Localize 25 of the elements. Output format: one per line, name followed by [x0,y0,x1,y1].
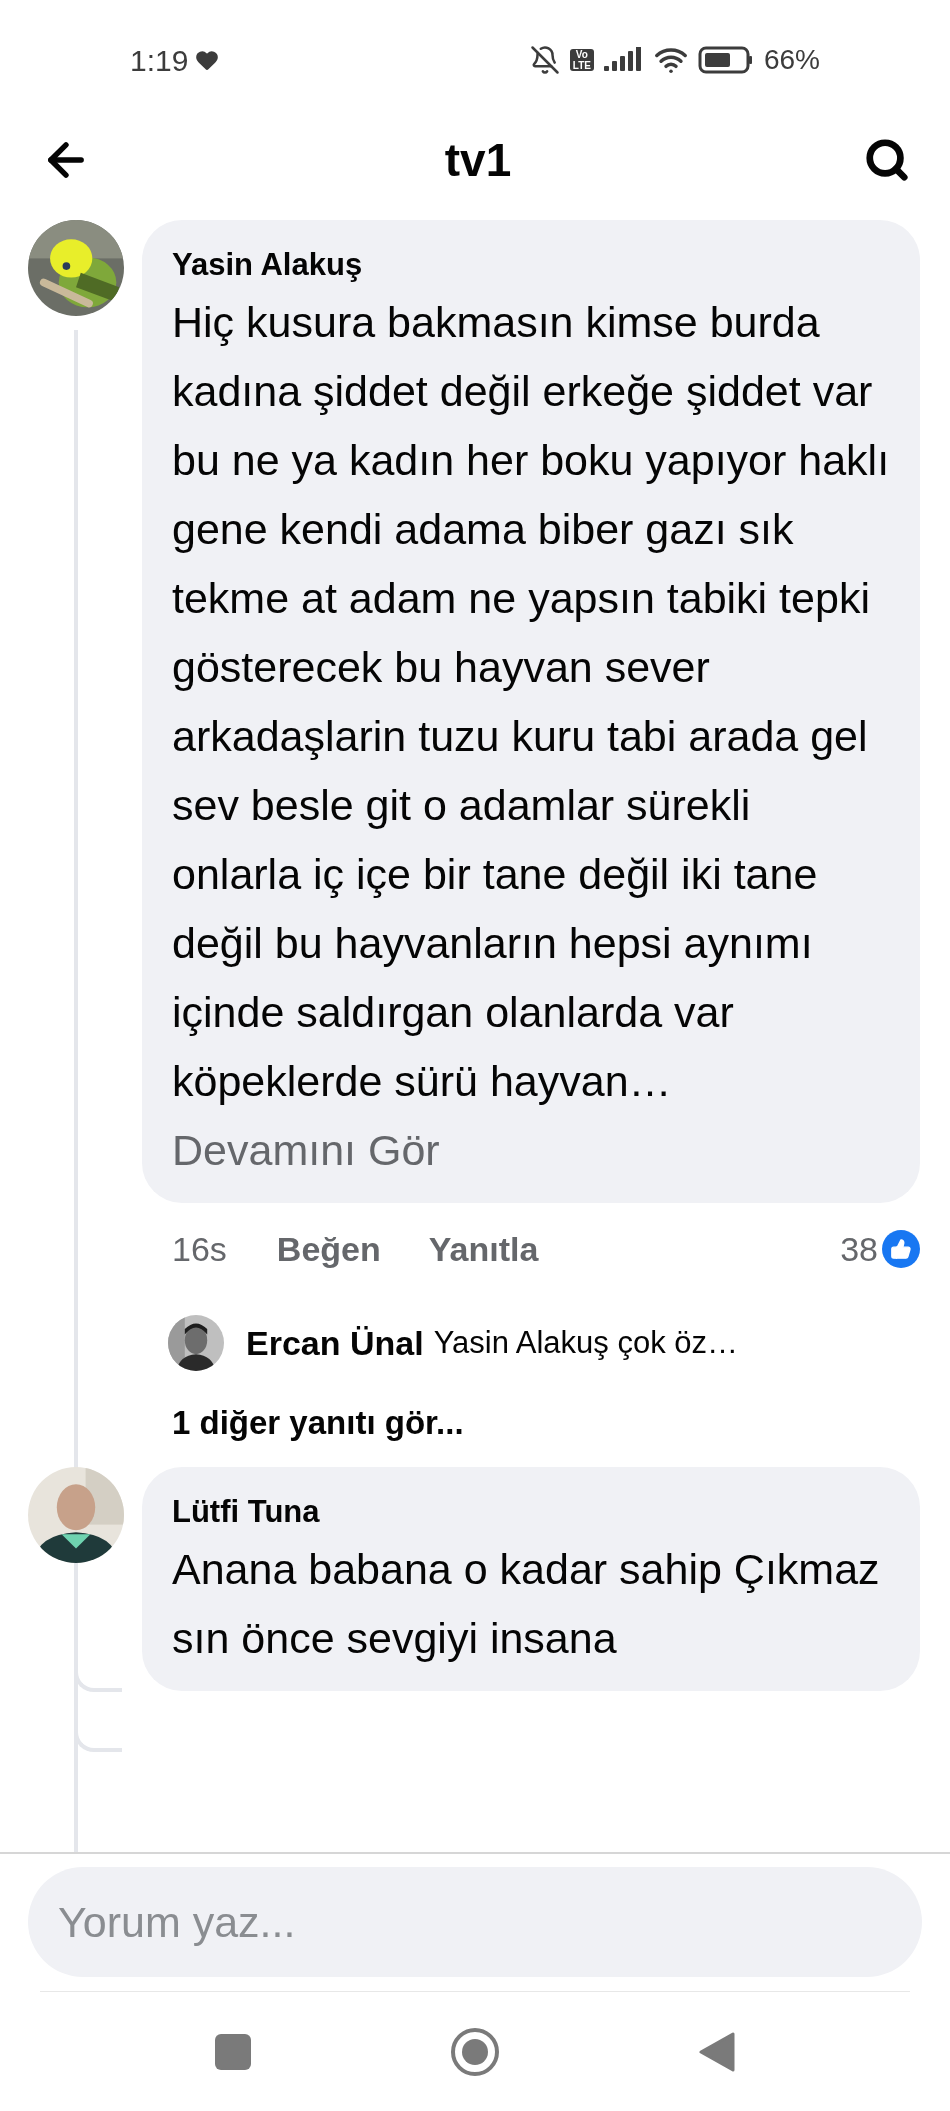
volte-icon: Vo LTE [569,49,594,71]
see-more-link[interactable]: Devamını Gör [172,1126,440,1174]
battery-percent: 66% [763,43,820,77]
author-name[interactable]: Lütfi Tuna [172,1489,890,1535]
comment-text: Hiç kusura bakmasın kimse burda kadına şiddet değil erkeğe şiddet var bu ne ya kadın her boku yapıyor haklı gene kendi adama biber gazı sık tekme at adam ne yapsın tabiki tepki gösterecek bu hayvan sever arkadaşlarin tuzu kuru tabi arada gel sev besle git o adamlar sürekli onlarla iç içe bir tane değil iki tane değil bu hayvanların hepsi aynımı içinde saldırgan olanlarda var köpeklerde sürü hayvan… Devamını Gör [172,297,890,1176]
author-name[interactable]: Yasin Alakuş [172,242,890,288]
like-reaction-icon [882,1230,920,1268]
reaction-count[interactable]: 38 [840,1223,878,1275]
page-title: tv1 [444,132,512,188]
home-button[interactable] [451,2027,499,2076]
mute-icon [529,45,560,75]
battery-icon [697,46,754,74]
back-nav-button[interactable] [699,2031,735,2072]
comment-text: Anana babana o kadar sahip Çıkmaz sın önce sevgiyi insana [172,1544,881,1664]
search-button[interactable] [864,137,910,183]
comment-input[interactable]: Yorum yaz... [28,1867,922,1977]
reply-preview[interactable]: Yasin Alakuş çok öz… [433,1319,739,1367]
recents-button[interactable] [215,2033,251,2070]
comment-action[interactable]: Yanıtla [428,1223,539,1275]
signal-icon [603,47,644,73]
comment-action[interactable]: Beğen [276,1223,381,1275]
comment-time: 16s [172,1228,227,1270]
view-more-replies-link[interactable]: 1 diğer yanıtı gör... [142,1393,920,1453]
reply-author[interactable]: Ercan Ünal [246,1317,424,1369]
status-time: 1:19 [130,42,189,79]
